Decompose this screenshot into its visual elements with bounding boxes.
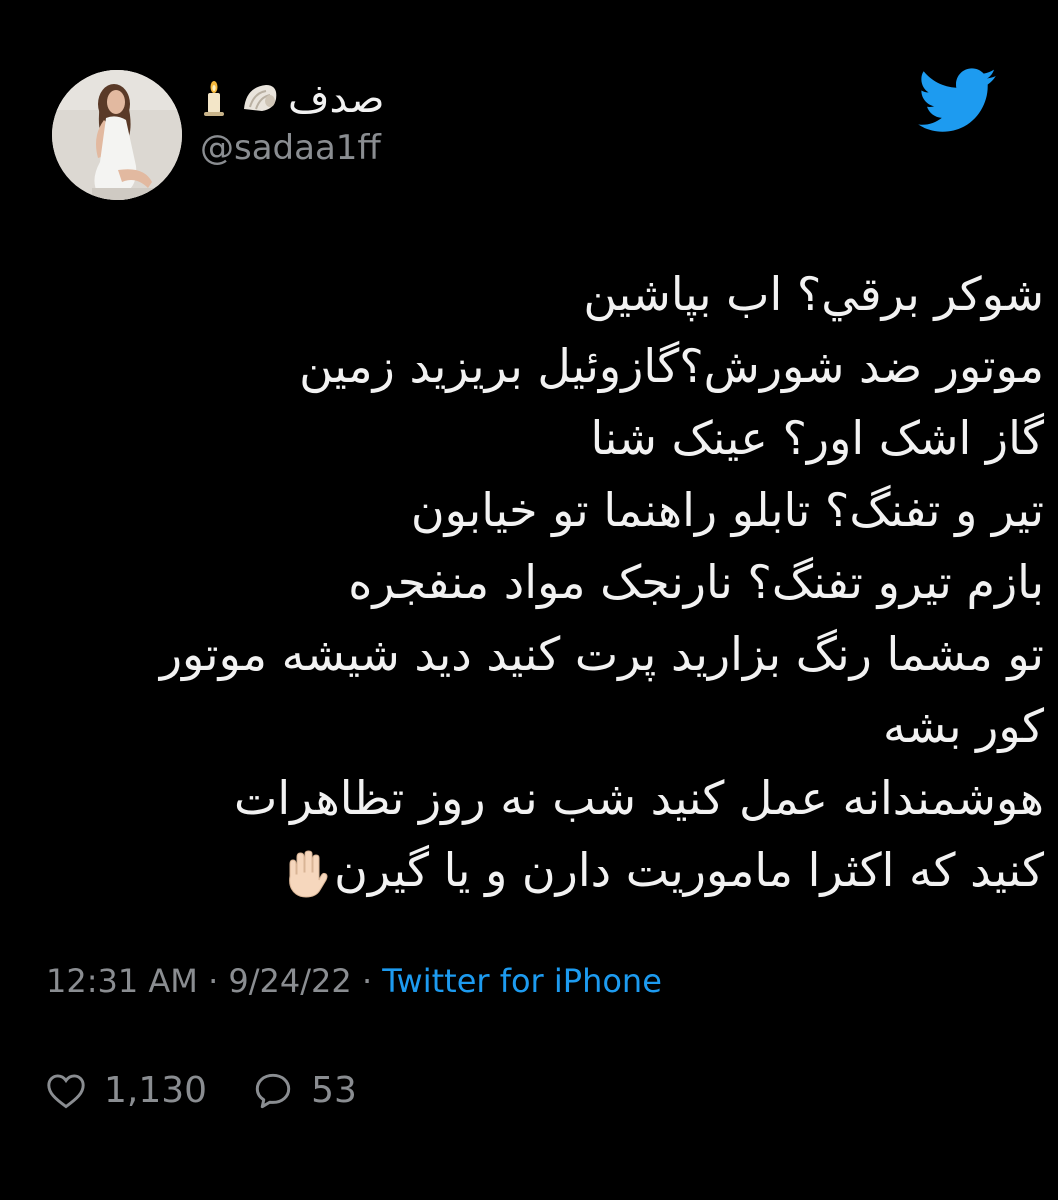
tweet-line: تیر و تفنگ؟ تابلو راهنما تو خیابون	[410, 483, 1044, 537]
meta-separator: ·	[361, 962, 373, 1000]
display-name-row[interactable]: صدف	[196, 74, 384, 124]
tweet-line: کنید که اکثرا ماموریت دارن و یا گیرن	[334, 843, 1044, 897]
heart-icon	[47, 1073, 85, 1108]
tweet-line: گاز اشک اور؟ عینک شنا	[590, 411, 1044, 465]
tweet-line: شوكر برقي؟ اب بپاشين	[583, 267, 1044, 321]
tweet-date[interactable]: 9/24/22	[228, 962, 351, 1000]
like-button[interactable]: 1,130	[46, 1070, 207, 1111]
reply-count: 53	[311, 1070, 357, 1111]
raised-hand-emoji	[289, 849, 328, 898]
like-count: 1,130	[104, 1070, 208, 1111]
tweet-meta: 12:31 AM · 9/24/22 · Twitter for iPhone	[46, 962, 662, 1000]
tweet-line: هوشمندانه عمل کنید شب نه روز تظاهرات	[234, 771, 1044, 825]
tweet-line: بازم تیرو تفنگ؟ نارنجک مواد منفجره	[348, 555, 1044, 609]
meta-separator: ·	[208, 962, 219, 1000]
reply-button[interactable]: 53	[253, 1070, 357, 1111]
tweet-line: کور بشه	[883, 699, 1044, 753]
avatar-photo	[52, 70, 182, 200]
tweet-line: تو مشما رنگ بزارید پرت کنید دید شیشه موت…	[159, 627, 1044, 681]
tweet-card: صدف @sadaa1ff شوكر برقي؟ اب بپاشين موتور…	[0, 0, 1058, 1200]
tweet-line-last: کنید که اکثرا ماموریت دارن و یا گیرن	[40, 834, 1044, 906]
candle-emoji	[204, 81, 224, 116]
shell-emoji	[244, 85, 277, 111]
comment-icon	[255, 1073, 291, 1108]
tweet-line: موتور ضد شورش؟گازوئیل بریزید زمین	[299, 339, 1044, 393]
tweet-source[interactable]: Twitter for iPhone	[382, 962, 662, 1000]
tweet-time[interactable]: 12:31 AM	[46, 962, 198, 1000]
user-handle[interactable]: @sadaa1ff	[200, 128, 381, 168]
tweet-actions: 1,130 53	[46, 1070, 403, 1111]
tweet-text: شوكر برقي؟ اب بپاشين موتور ضد شورش؟گازوئ…	[40, 258, 1044, 906]
avatar[interactable]	[52, 70, 182, 200]
display-name: صدف	[288, 76, 385, 122]
twitter-bird-icon	[918, 68, 997, 132]
